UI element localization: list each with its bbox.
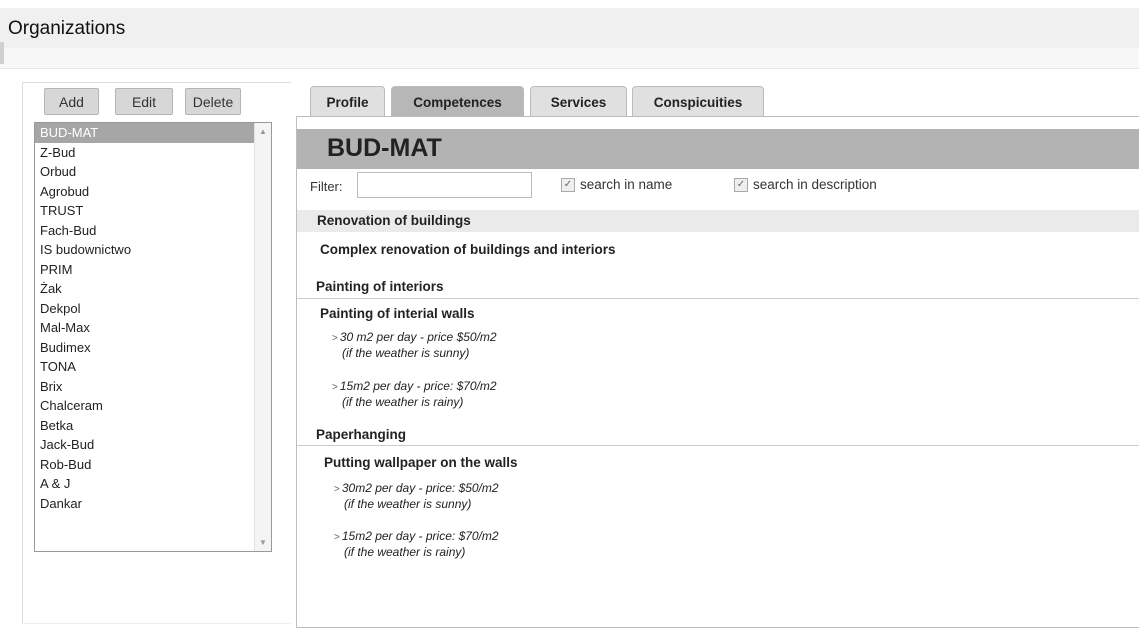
search-in-name-checkbox[interactable]: ✓ search in name [561,177,672,192]
arrow-right-icon: > [334,484,340,495]
org-banner: BUD-MAT [297,129,1139,169]
list-scrollbar[interactable]: ▲ ▼ [254,123,271,551]
category-title: Painting of interiors [316,279,444,294]
checkbox-checked-icon[interactable]: ✓ [561,177,575,192]
list-item[interactable]: Brix [35,377,254,397]
search-in-name-label: search in name [580,177,673,192]
competences-panel: BUD-MAT Filter: ✓ search in name ✓ searc… [296,116,1139,628]
list-item[interactable]: Z-Bud [35,143,254,163]
search-in-description-label: search in description [753,177,877,192]
arrow-right-icon: > [334,532,340,543]
page-header: Organizations [0,8,1139,48]
org-name: BUD-MAT [327,134,442,162]
competence-title: Complex renovation of buildings and inte… [320,242,616,257]
competence-title: Painting of interial walls [320,306,475,321]
category-header: Renovation of buildings [297,210,1139,232]
list-item[interactable]: Dekpol [35,299,254,319]
list-item[interactable]: Budimex [35,338,254,358]
search-in-description-checkbox[interactable]: ✓ search in description [734,177,877,192]
list-item[interactable]: A & J [35,474,254,494]
list-item[interactable]: Jack-Bud [35,435,254,455]
list-item[interactable]: BUD-MAT [35,123,254,143]
list-item[interactable]: PRIM [35,260,254,280]
add-button[interactable]: Add [44,88,99,115]
scroll-down-icon[interactable]: ▼ [259,538,267,547]
tab-profile[interactable]: Profile [310,86,385,117]
list-item[interactable]: Żak [35,279,254,299]
divider [297,298,1139,299]
list-item[interactable]: TRUST [35,201,254,221]
list-item[interactable]: Dankar [35,494,254,514]
competence-detail: >15m2 per day - price: $70/m2 (if the we… [334,529,499,559]
competence-title: Putting wallpaper on the walls [324,455,518,470]
list-item[interactable]: Fach-Bud [35,221,254,241]
filter-input[interactable] [357,172,532,198]
page-title: Organizations [8,18,126,39]
edit-button[interactable]: Edit [115,88,173,115]
list-item[interactable]: Mal-Max [35,318,254,338]
organization-items: BUD-MAT Z-Bud Orbud Agrobud TRUST Fach-Bud IS … [35,123,254,513]
category-title: Paperhanging [316,427,407,442]
competence-detail: >30m2 per day - price: $50/m2 (if the we… [334,481,499,511]
arrow-right-icon: > [332,333,338,344]
scroll-up-icon[interactable]: ▲ [259,127,267,136]
tab-conspicuities[interactable]: Conspicuities [632,86,764,117]
list-item[interactable]: TONA [35,357,254,377]
category-title: Renovation of buildings [317,213,471,228]
tab-competences[interactable]: Competences [391,86,524,117]
competence-detail: >30 m2 per day - price $50/m2 (if the we… [332,330,497,360]
checkbox-checked-icon[interactable]: ✓ [734,177,748,192]
list-item[interactable]: Rob-Bud [35,455,254,475]
list-item[interactable]: Chalceram [35,396,254,416]
list-item[interactable]: Agrobud [35,182,254,202]
filter-label: Filter: [310,179,343,194]
side-grip[interactable] [0,42,4,64]
tab-services[interactable]: Services [530,86,627,117]
list-item[interactable]: Orbud [35,162,254,182]
delete-button[interactable]: Delete [185,88,241,115]
list-item[interactable]: IS budownictwo [35,240,254,260]
header-subbar [0,48,1139,69]
organization-list[interactable]: BUD-MAT Z-Bud Orbud Agrobud TRUST Fach-Bud IS … [34,122,272,552]
divider [297,445,1139,446]
list-item[interactable]: Betka [35,416,254,436]
competence-detail: >15m2 per day - price: $70/m2 (if the we… [332,379,497,409]
arrow-right-icon: > [332,382,338,393]
